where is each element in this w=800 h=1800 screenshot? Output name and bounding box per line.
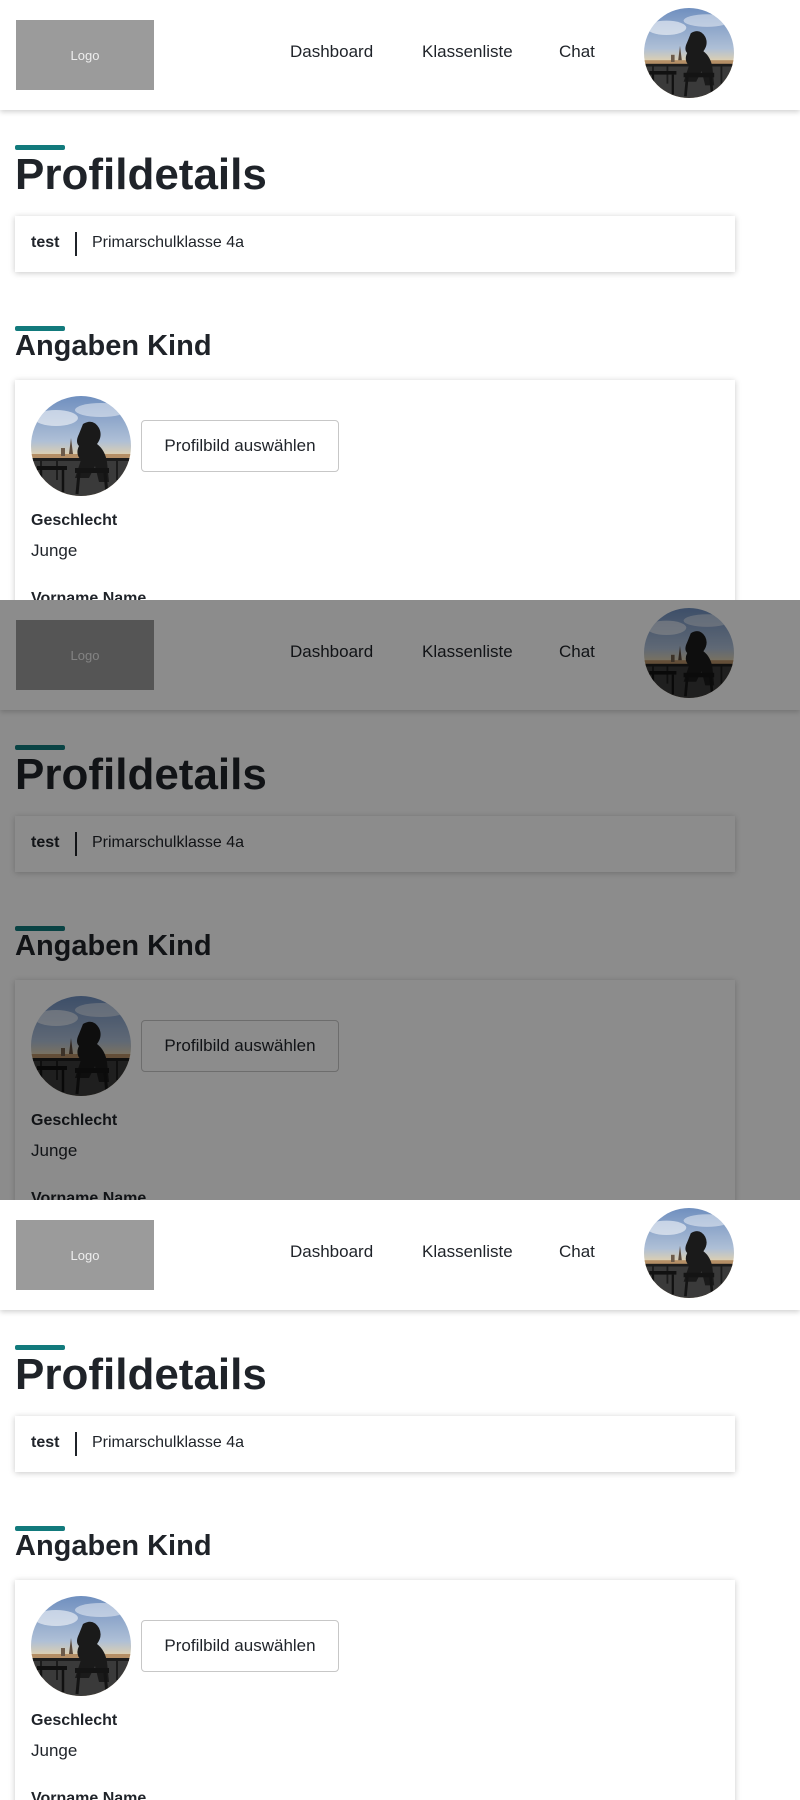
name-label: Vorname Name	[31, 590, 147, 600]
choose-profile-picture-button[interactable]: Profilbild auswählen	[141, 1620, 339, 1672]
separator	[75, 1432, 77, 1456]
logo[interactable]: Logo	[16, 1220, 154, 1290]
user-name: test	[31, 1434, 60, 1451]
choose-profile-picture-button[interactable]: Profilbild auswählen	[141, 420, 339, 472]
child-avatar	[31, 396, 131, 496]
child-avatar	[31, 1596, 131, 1696]
gender-value: Junge	[31, 541, 78, 560]
separator	[75, 232, 77, 256]
top-navigation-bar: Logo Dashboard Klassenliste Chat	[0, 0, 800, 110]
class-name: Primarschulklasse 4a	[92, 1434, 245, 1451]
page-title: Profildetails	[15, 1350, 267, 1399]
profile-info-card: test Primarschulklasse 4a	[15, 216, 735, 272]
nav-link-klassenliste[interactable]: Klassenliste	[422, 1242, 513, 1262]
logo[interactable]: Logo	[16, 20, 154, 90]
nav-link-dashboard[interactable]: Dashboard	[290, 42, 373, 62]
modal-backdrop-overlay[interactable]	[0, 600, 800, 1200]
section-title-child: Angaben Kind	[15, 330, 212, 362]
child-details-card: Profilbild auswählen Geschlecht Junge Vo…	[15, 380, 735, 600]
logo-label: Logo	[70, 47, 100, 63]
top-navigation-bar: Logo Dashboard Klassenliste Chat	[0, 1200, 800, 1310]
user-name: test	[31, 234, 60, 251]
section-title-child: Angaben Kind	[15, 1530, 212, 1562]
name-label: Vorname Name	[31, 1790, 147, 1800]
gender-label: Geschlecht	[31, 512, 118, 529]
screenshot-frame-2: Logo Dashboard Klassenliste Chat Profild…	[0, 600, 800, 1200]
nav-link-chat[interactable]: Chat	[559, 42, 595, 62]
nav-link-chat[interactable]: Chat	[559, 1242, 595, 1262]
logo-label: Logo	[70, 1247, 100, 1263]
page-title: Profildetails	[15, 150, 267, 199]
gender-label: Geschlecht	[31, 1712, 118, 1729]
screenshot-frame-1: Logo Dashboard Klassenliste Chat Profild…	[0, 0, 800, 600]
class-name: Primarschulklasse 4a	[92, 234, 245, 251]
user-avatar[interactable]	[644, 8, 734, 98]
child-details-card: Profilbild auswählen Geschlecht Junge Vo…	[15, 1580, 735, 1800]
nav-link-dashboard[interactable]: Dashboard	[290, 1242, 373, 1262]
profile-info-card: test Primarschulklasse 4a	[15, 1416, 735, 1472]
screenshot-frame-3: Logo Dashboard Klassenliste Chat Profild…	[0, 1200, 800, 1800]
gender-value: Junge	[31, 1741, 78, 1760]
nav-link-klassenliste[interactable]: Klassenliste	[422, 42, 513, 62]
user-avatar[interactable]	[644, 1208, 734, 1298]
